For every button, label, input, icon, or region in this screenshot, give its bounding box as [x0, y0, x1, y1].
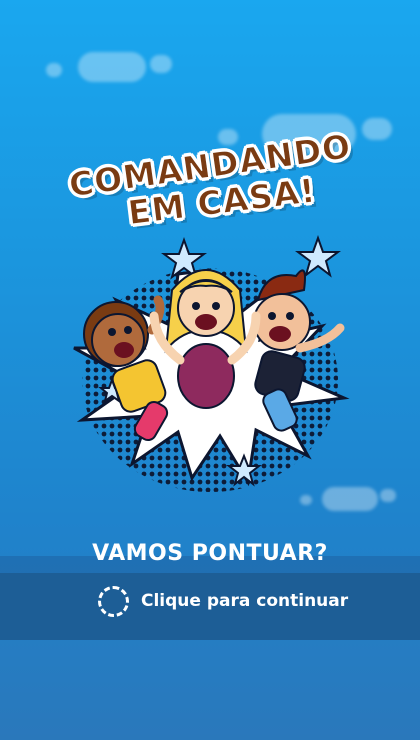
prompt-question: VAMOS PONTUAR? [92, 541, 328, 566]
game-start-screen: COMANDANDO EM CASA! VAMOS PONTUAR? Cliqu… [0, 0, 420, 740]
loading-spinner-icon [98, 585, 129, 617]
cloud [78, 52, 146, 82]
continue-button[interactable]: Clique para continuar [98, 583, 348, 619]
continue-label: Clique para continuar [141, 591, 349, 611]
star-icon [295, 235, 341, 278]
cloud [150, 55, 172, 73]
hero-illustration [73, 235, 350, 492]
cloud [380, 489, 396, 502]
cloud [46, 63, 62, 77]
